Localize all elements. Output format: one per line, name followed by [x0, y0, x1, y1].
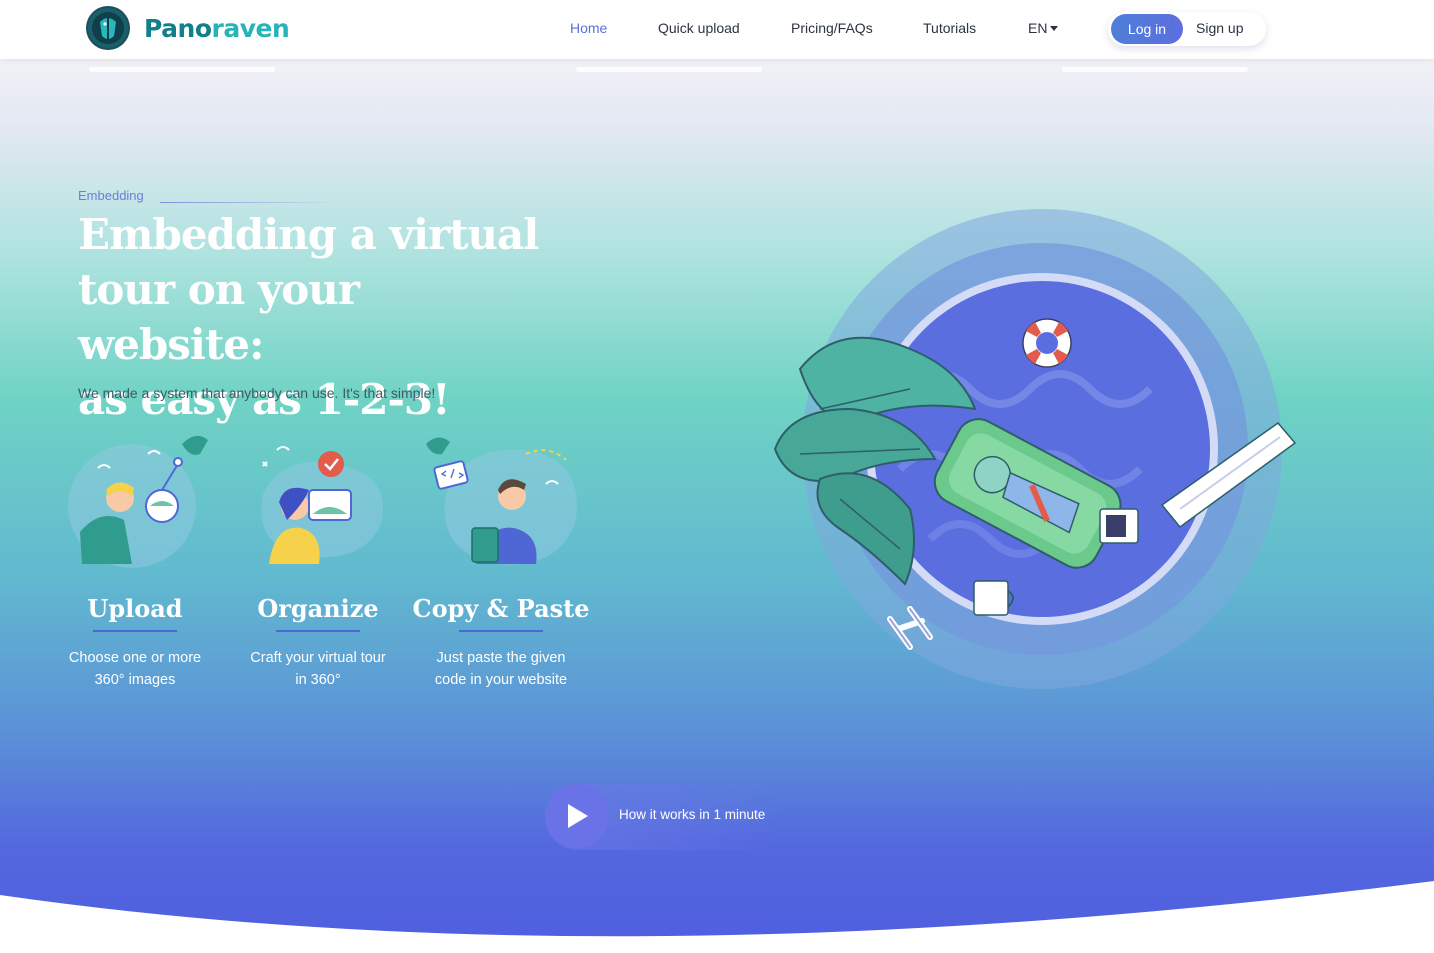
- hero-title-line2: tour on your website:: [78, 265, 360, 369]
- laptop-icon: [1099, 508, 1139, 544]
- step-copy-paste-line2: code in your website: [434, 672, 568, 688]
- nav-pricing-faqs[interactable]: Pricing/FAQs: [791, 20, 873, 36]
- eyebrow-divider: [160, 202, 340, 203]
- hero-subtitle: We made a system that anybody can use. I…: [78, 385, 436, 401]
- play-icon: [568, 804, 588, 828]
- signup-button[interactable]: Sign up: [1196, 20, 1243, 36]
- slide-indicator-2[interactable]: [576, 67, 762, 72]
- language-selector[interactable]: EN: [1028, 20, 1059, 36]
- step-copy-paste-underline: [459, 630, 543, 632]
- slide-indicator-3[interactable]: [1062, 67, 1248, 72]
- step-upload-description: Choose one or more 360° images: [40, 647, 230, 691]
- nav-home[interactable]: Home: [570, 20, 607, 36]
- brand-name: Panoraven: [144, 13, 290, 43]
- caret-down-icon: [1050, 25, 1059, 31]
- copy-paste-illustration-icon: [426, 437, 577, 565]
- play-button[interactable]: [545, 784, 609, 848]
- step-organize-description: Craft your virtual tour in 360°: [223, 647, 413, 691]
- brand-name-part1: Pano: [144, 13, 212, 43]
- hero-title-line1: Embedding a virtual: [78, 210, 539, 259]
- step-upload-line2: 360° images: [94, 672, 176, 688]
- step-upload-title: Upload: [87, 594, 183, 623]
- hero-eyebrow: Embedding: [78, 188, 144, 203]
- step-upload-underline: [93, 630, 177, 632]
- organize-illustration-icon: [261, 446, 383, 564]
- nav-quick-upload[interactable]: Quick upload: [658, 20, 740, 36]
- brand-logo[interactable]: Panoraven: [86, 6, 290, 50]
- brand-name-part2: raven: [211, 13, 290, 43]
- step-organize-line2: in 360°: [295, 672, 341, 688]
- step-copy-paste-title: Copy & Paste: [412, 594, 590, 623]
- step-upload-line1: Choose one or more: [68, 650, 202, 666]
- bag-icon: [973, 580, 1014, 616]
- step-organize-line1: Craft your virtual tour: [250, 650, 386, 666]
- language-label: EN: [1028, 20, 1048, 36]
- how-it-works-video-button[interactable]: How it works in 1 minute: [545, 784, 785, 850]
- step-organize-underline: [276, 630, 360, 632]
- lifebuoy-icon: [1022, 318, 1072, 368]
- step-copy-paste-line1: Just paste the given: [436, 650, 566, 666]
- raven-logo-icon: [86, 6, 130, 50]
- slide-indicator-1[interactable]: [89, 67, 275, 72]
- step-copy-paste-description: Just paste the given code in your websit…: [406, 647, 596, 691]
- video-label: How it works in 1 minute: [619, 807, 766, 822]
- page: Panoraven Home Quick upload Pricing/FAQs…: [0, 0, 1434, 953]
- hero-section: Embedding Embedding a virtual tour on yo…: [0, 59, 1434, 953]
- pool-illustration: [773, 209, 1297, 689]
- nav-tutorials[interactable]: Tutorials: [923, 20, 976, 36]
- login-button[interactable]: Log in: [1111, 14, 1183, 44]
- site-header: Panoraven Home Quick upload Pricing/FAQs…: [0, 0, 1434, 59]
- upload-illustration-icon: [68, 435, 208, 568]
- step-organize-title: Organize: [257, 594, 379, 623]
